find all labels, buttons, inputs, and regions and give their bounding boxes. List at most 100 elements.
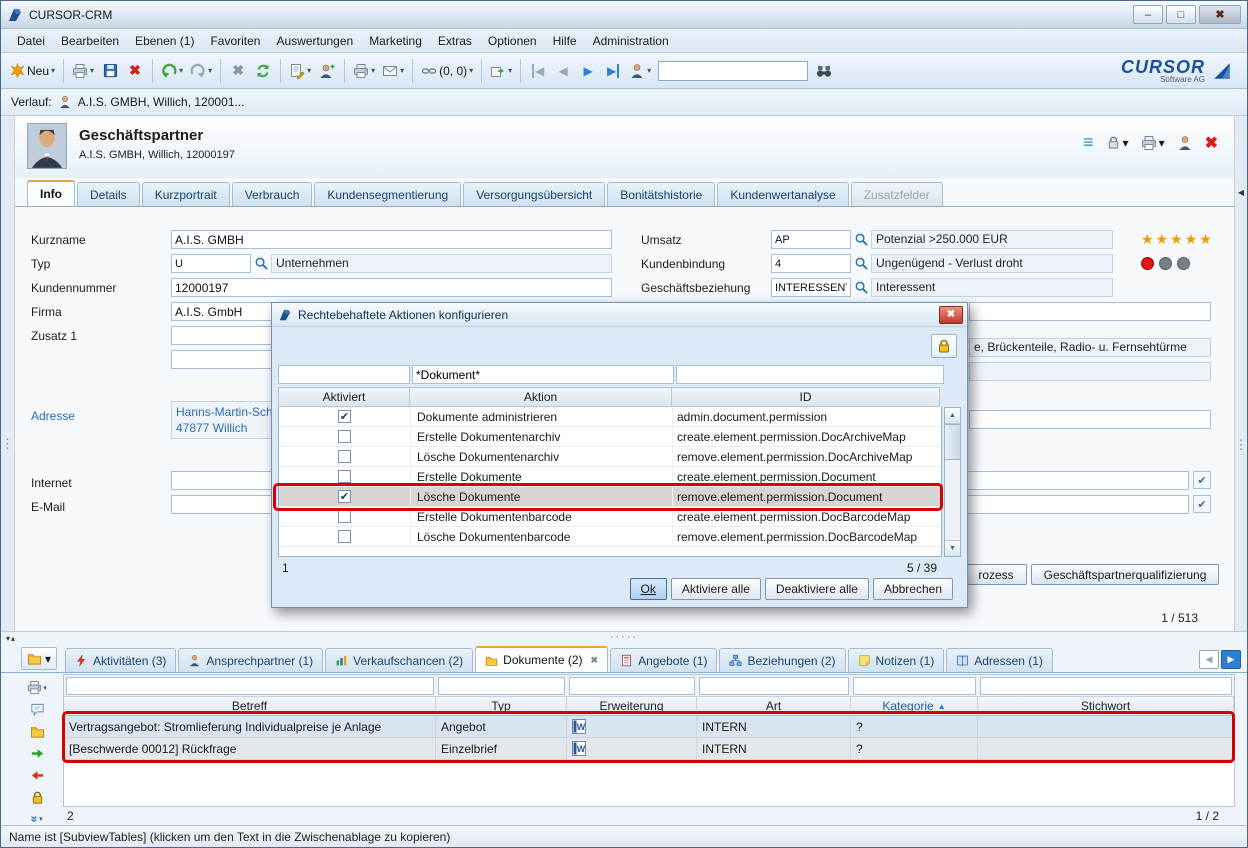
subview-link-button[interactable] xyxy=(30,746,45,761)
splitter-grip-icon[interactable]: ⋮ xyxy=(1235,437,1248,453)
subtab-notizen[interactable]: Notizen (1) xyxy=(848,648,945,672)
subview-more-button[interactable]: » ▾ xyxy=(31,812,42,826)
cancel-edit-button[interactable]: ✖ xyxy=(226,58,250,84)
subtab-scroll-right-button[interactable]: ▶ xyxy=(1221,650,1241,669)
umsatz-rating[interactable]: ★★★★★ xyxy=(1141,231,1214,248)
dialog-row[interactable]: Erstelle Dokumentenarchiv create.element… xyxy=(279,427,941,447)
print-button[interactable]: ▾ xyxy=(69,58,97,84)
filter-typ-input[interactable] xyxy=(438,677,565,695)
dialog-row-selected[interactable]: ✔ Lösche Dokumente remove.element.permis… xyxy=(279,487,941,507)
geschaeftsbeziehung-lookup-button[interactable] xyxy=(854,280,869,295)
umsatz-lookup-button[interactable] xyxy=(854,232,869,247)
export-button[interactable]: ▾ xyxy=(487,58,515,84)
kundennummer-input[interactable] xyxy=(171,278,612,297)
tab-details[interactable]: Details xyxy=(77,182,140,206)
kurzname-input[interactable] xyxy=(171,230,612,249)
dialog-row[interactable]: Erstelle Dokumentenbarcode create.elemen… xyxy=(279,507,941,527)
title-bar[interactable]: CURSOR-CRM – □ ✖ xyxy=(1,1,1247,29)
column-id[interactable]: ID xyxy=(672,387,940,407)
dialog-row[interactable]: ✔ Dokumente administrieren admin.documen… xyxy=(279,407,941,427)
prozess-button[interactable]: rozess xyxy=(965,564,1027,585)
row-checkbox[interactable] xyxy=(338,430,351,443)
nav-last-button[interactable]: ▶ xyxy=(601,58,625,84)
splitter-grip-icon[interactable]: ⋮ xyxy=(1,436,14,452)
row-checkbox[interactable] xyxy=(338,510,351,523)
collapse-left-icon[interactable]: ◀ xyxy=(1238,188,1244,197)
typ-code-input[interactable] xyxy=(171,254,251,273)
column-art[interactable]: Art xyxy=(697,697,851,715)
menu-favoriten[interactable]: Favoriten xyxy=(202,31,268,51)
new-button[interactable]: Neu ▾ xyxy=(7,58,58,84)
subview-folder-button[interactable]: ▾ xyxy=(21,647,57,670)
menu-extras[interactable]: Extras xyxy=(430,31,480,51)
status-bar[interactable]: Name ist [SubviewTables] (klicken um den… xyxy=(1,825,1247,847)
filter-kategorie-input[interactable] xyxy=(853,677,976,695)
right-splitter[interactable]: ◀ ⋮ xyxy=(1234,116,1247,631)
row-checkbox[interactable]: ✔ xyxy=(338,490,351,503)
deaktiviere-alle-button[interactable]: Deaktiviere alle xyxy=(765,578,869,600)
menu-bearbeiten[interactable]: Bearbeiten xyxy=(53,31,127,51)
dialog-lock-button[interactable] xyxy=(931,334,957,358)
nav-play-button[interactable]: ▶ xyxy=(576,58,600,84)
subtab-dokumente[interactable]: Dokumente (2) ✖ xyxy=(475,646,608,672)
menu-marketing[interactable]: Marketing xyxy=(361,31,430,51)
scroll-thumb[interactable] xyxy=(945,424,960,460)
row-checkbox[interactable] xyxy=(338,470,351,483)
splitter-dots-icon[interactable]: ····· xyxy=(610,631,638,643)
send-button[interactable]: ▾ xyxy=(379,58,407,84)
subtab-beziehungen[interactable]: Beziehungen (2) xyxy=(719,648,845,672)
filter-art-input[interactable] xyxy=(699,677,849,695)
menu-datei[interactable]: Datei xyxy=(9,31,53,51)
column-kategorie[interactable]: Kategorie▲ xyxy=(851,697,978,715)
umsatz-code-input[interactable] xyxy=(771,230,851,249)
relations-button[interactable]: (0, 0) ▾ xyxy=(418,58,476,84)
column-stichwort[interactable]: Stichwort xyxy=(978,697,1234,715)
typ-lookup-button[interactable] xyxy=(254,256,269,271)
tab-info[interactable]: Info xyxy=(27,180,75,206)
subtab-angebote[interactable]: Angebote (1) xyxy=(610,648,717,672)
new-dropdown-icon[interactable]: ▾ xyxy=(51,66,55,75)
tab-bonitaetshistorie[interactable]: Bonitätshistorie xyxy=(607,182,715,206)
column-aktion[interactable]: Aktion xyxy=(410,387,672,407)
tab-kurzportrait[interactable]: Kurzportrait xyxy=(142,182,230,206)
tab-kundensegmentierung[interactable]: Kundensegmentierung xyxy=(314,182,461,206)
scroll-up-button[interactable]: ▲ xyxy=(945,408,960,424)
row-checkbox[interactable]: ✔ xyxy=(338,410,351,423)
record-lock-button[interactable]: ▾ xyxy=(1106,135,1129,150)
subview-lock-button[interactable] xyxy=(30,790,45,805)
nav-first-button[interactable]: ◀ xyxy=(526,58,550,84)
menu-hilfe[interactable]: Hilfe xyxy=(545,31,585,51)
subtab-aktivitaeten[interactable]: Aktivitäten (3) xyxy=(65,648,176,672)
view-menu-icon[interactable]: ≡ xyxy=(1083,132,1094,153)
table-row[interactable]: Vertragsangebot: Stromlieferung Individu… xyxy=(64,716,1234,738)
delete-button[interactable]: ✖ xyxy=(123,58,147,84)
column-erweiterung[interactable]: Erweiterung xyxy=(567,697,697,715)
menu-optionen[interactable]: Optionen xyxy=(480,31,545,51)
form-field-input[interactable] xyxy=(969,410,1211,429)
edit-actions-button[interactable]: ▾ xyxy=(286,58,314,84)
subtab-adressen[interactable]: Adressen (1) xyxy=(946,648,1053,672)
row-checkbox[interactable] xyxy=(338,530,351,543)
aktiviere-alle-button[interactable]: Aktiviere alle xyxy=(671,578,761,600)
ok-button[interactable]: Ok xyxy=(630,578,667,600)
user-search-button[interactable]: ▾ xyxy=(626,58,654,84)
record-partner-button[interactable] xyxy=(1177,135,1193,151)
window-close-button[interactable]: ✖ xyxy=(1199,5,1241,24)
qualifizierung-button[interactable]: Geschäftspartnerqualifizierung xyxy=(1031,564,1219,585)
record-print-button[interactable]: ▾ xyxy=(1141,135,1165,151)
dialog-title-bar[interactable]: Rechtebehaftete Aktionen konfigurieren ✖ xyxy=(272,303,967,327)
table-row[interactable]: [Beschwerde 00012] Rückfrage Einzelbrief… xyxy=(64,738,1234,760)
menu-ebenen[interactable]: Ebenen (1) xyxy=(127,31,202,51)
filter-aktiviert-input[interactable] xyxy=(278,365,410,384)
subview-comment-button[interactable] xyxy=(30,702,45,717)
minimize-button[interactable]: – xyxy=(1133,5,1163,24)
menu-administration[interactable]: Administration xyxy=(585,31,677,51)
filter-aktion-input[interactable] xyxy=(412,365,674,384)
tab-verbrauch[interactable]: Verbrauch xyxy=(232,182,313,206)
filter-stichwort-input[interactable] xyxy=(980,677,1232,695)
subtab-scroll-left-button[interactable]: ◀ xyxy=(1199,650,1219,669)
undo-button[interactable]: ▾ xyxy=(158,58,186,84)
dialog-scrollbar[interactable]: ▲ ▼ xyxy=(944,407,961,557)
maximize-button[interactable]: □ xyxy=(1166,5,1196,24)
dialog-close-button[interactable]: ✖ xyxy=(939,306,963,324)
